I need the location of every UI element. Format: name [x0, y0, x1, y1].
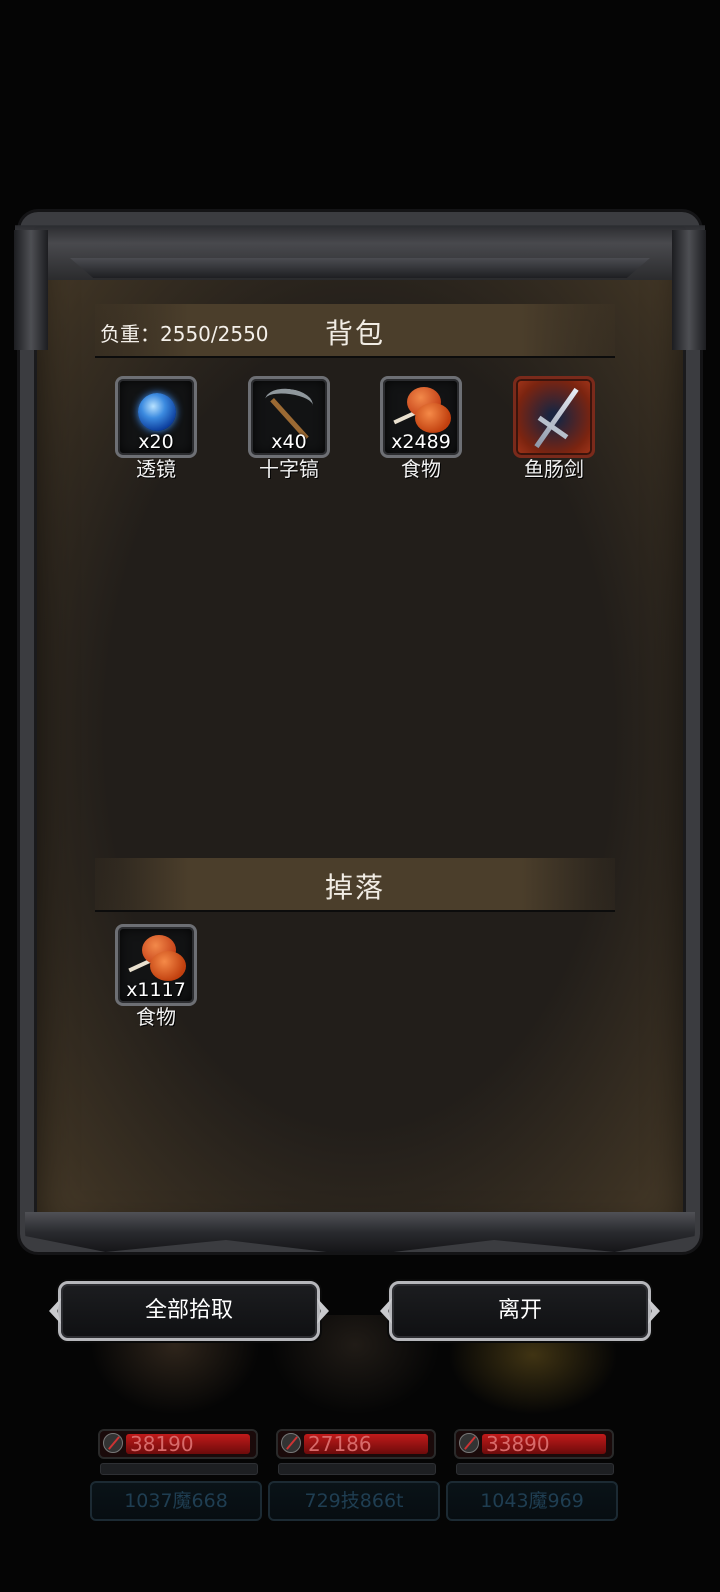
drop-slot-food[interactable]: x1117 — [115, 924, 197, 1006]
lens-icon — [138, 393, 176, 431]
frame-corner-left — [14, 230, 48, 350]
no-icon — [281, 1433, 301, 1453]
item-name: 十字镐 — [259, 457, 319, 481]
mp-bar-2 — [278, 1463, 436, 1475]
hero-stats-2: 729技866t — [268, 1481, 440, 1521]
inventory-slot-sword[interactable] — [513, 376, 595, 458]
hero-stats-1: 1037魔668 — [90, 1481, 262, 1521]
inventory-header: 负重：2550/2550 背包 — [95, 304, 615, 358]
item-count: x20 — [138, 431, 174, 453]
item-name: 鱼肠剑 — [524, 457, 584, 481]
hp-value: 38190 — [130, 1432, 194, 1456]
item-name: 透镜 — [136, 457, 176, 481]
loot-panel — [20, 212, 700, 1252]
hero-stats-3: 1043魔969 — [446, 1481, 618, 1521]
mp-bar-1 — [100, 1463, 258, 1475]
no-icon — [459, 1433, 479, 1453]
hp-value: 33890 — [486, 1432, 550, 1456]
drops-title: 掉落 — [324, 871, 385, 904]
no-icon — [103, 1433, 123, 1453]
hp-bar-2: 27186 — [276, 1429, 436, 1459]
inventory-slot-lens[interactable]: x20 — [115, 376, 197, 458]
drops-header: 掉落 — [95, 858, 615, 912]
item-name: 食物 — [401, 457, 441, 481]
item-name: 食物 — [136, 1005, 176, 1029]
panel-bottom-ornament — [25, 1212, 695, 1252]
inventory-slot-food[interactable]: x2489 — [380, 376, 462, 458]
inventory-title: 背包 — [324, 317, 385, 350]
inventory-slot-pickaxe[interactable]: x40 — [248, 376, 330, 458]
panel-crown-rim — [70, 258, 650, 278]
hp-value: 27186 — [308, 1432, 372, 1456]
item-count: x2489 — [391, 431, 451, 453]
frame-corner-right — [672, 230, 706, 350]
pickup-all-button[interactable]: 全部拾取 — [58, 1281, 320, 1341]
hp-bar-1: 38190 — [98, 1429, 258, 1459]
mp-bar-3 — [456, 1463, 614, 1475]
leave-button[interactable]: 离开 — [389, 1281, 651, 1341]
hp-bar-3: 33890 — [454, 1429, 614, 1459]
item-count: x40 — [271, 431, 307, 453]
item-count: x1117 — [126, 979, 186, 1001]
